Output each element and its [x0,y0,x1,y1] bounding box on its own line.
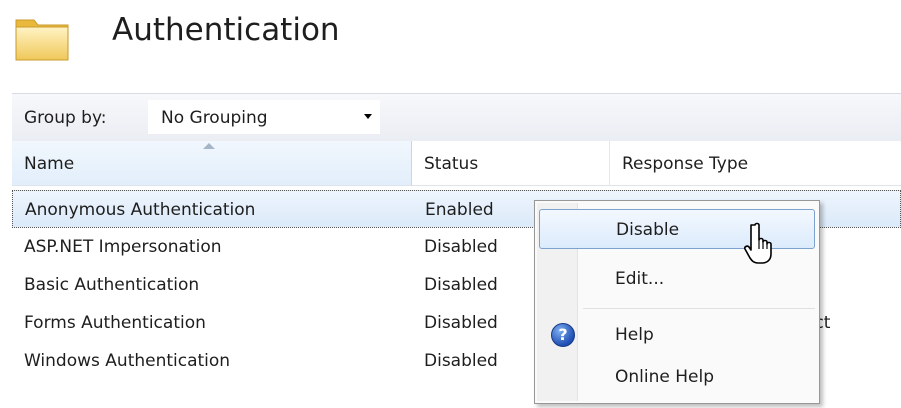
page-header: Authentication [0,0,901,80]
row-status: Disabled [424,275,498,295]
page-title: Authentication [112,12,340,48]
column-header-response-type[interactable]: Response Type [610,141,901,186]
menu-item-edit-label: Edit... [615,269,665,289]
column-header-status-label: Status [424,154,479,174]
menu-item-online-help[interactable]: Online Help [539,357,815,397]
row-name: ASP.NET Impersonation [24,237,222,257]
row-status: Disabled [424,237,498,257]
folder-icon [15,19,69,61]
menu-item-help[interactable]: ? Help [539,315,815,355]
row-name: Forms Authentication [24,313,206,333]
help-icon: ? [551,323,575,347]
hand-pointer-icon [744,222,772,264]
row-status: Disabled [424,313,498,333]
row-status: Disabled [424,351,498,371]
row-name: Basic Authentication [24,275,200,295]
group-by-value: No Grouping [161,108,268,128]
column-header-name-label: Name [24,154,75,174]
column-header-name[interactable]: Name [12,141,412,186]
group-by-select[interactable]: No Grouping [148,100,380,134]
chevron-down-icon[interactable] [364,114,372,119]
sort-ascending-icon [203,143,215,149]
group-by-label: Group by: [24,108,107,128]
column-header-status[interactable]: Status [412,141,610,186]
row-status: Enabled [425,200,494,220]
group-by-toolbar: Group by: No Grouping [12,93,901,141]
column-header-response-type-label: Response Type [622,154,749,174]
row-name: Anonymous Authentication [25,200,256,220]
menu-item-online-help-label: Online Help [615,367,714,387]
menu-separator [583,308,815,309]
menu-item-help-label: Help [615,325,654,345]
row-name: Windows Authentication [24,351,231,371]
menu-item-disable-label: Disable [616,220,680,240]
